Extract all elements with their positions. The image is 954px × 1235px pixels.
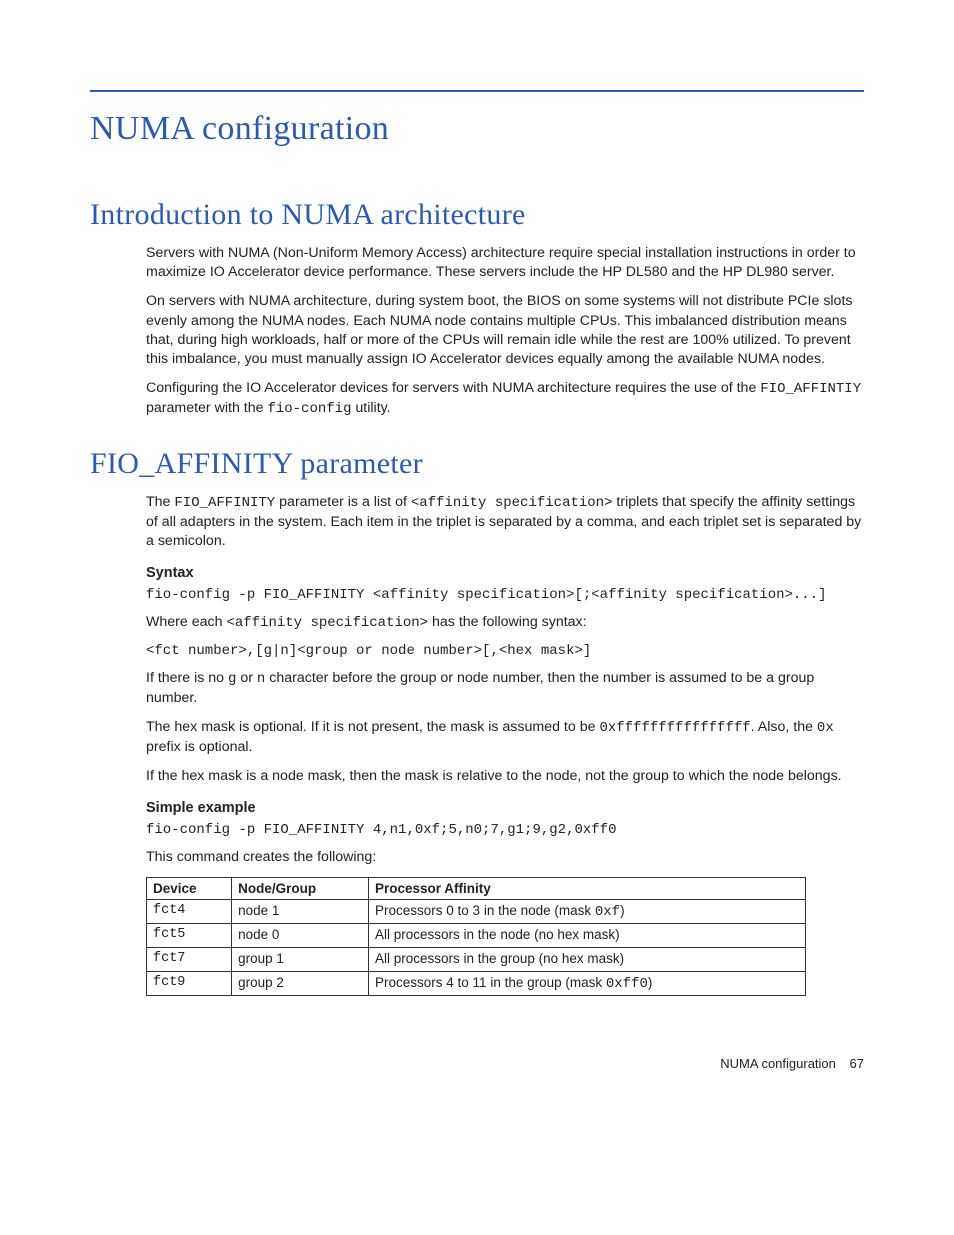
inline-code: 0xffffffffffffffff: [599, 720, 750, 736]
cell-device: fct7: [147, 948, 232, 972]
text: If there is no: [146, 670, 228, 686]
table-row: fct4 node 1 Processors 0 to 3 in the nod…: [147, 900, 806, 924]
inline-code: <affinity specification>: [411, 495, 613, 511]
code-block-where: <fct number>,[g|n]<group or node number>…: [146, 643, 864, 659]
section-heading-intro: Introduction to NUMA architecture: [90, 198, 864, 232]
table-row: fct7 group 1 All processors in the group…: [147, 948, 806, 972]
cell-group: node 0: [232, 924, 369, 948]
cell-affinity: Processors 4 to 11 in the group (mask 0x…: [369, 972, 806, 996]
table-row: fct5 node 0 All processors in the node (…: [147, 924, 806, 948]
example-heading: Simple example: [146, 800, 864, 816]
cell-affinity: All processors in the group (no hex mask…: [369, 948, 806, 972]
cell-device: fct9: [147, 972, 232, 996]
col-nodegroup: Node/Group: [232, 878, 369, 900]
cell-group: node 1: [232, 900, 369, 924]
inline-code: fio-config: [267, 401, 351, 417]
cell-device: fct4: [147, 900, 232, 924]
cell-group: group 1: [232, 948, 369, 972]
text: parameter with the: [146, 400, 267, 416]
inline-code: 0x: [817, 720, 834, 736]
section-heading-fio: FIO_AFFINITY parameter: [90, 447, 864, 481]
syntax-heading: Syntax: [146, 565, 864, 581]
code-block-syntax: fio-config -p FIO_AFFINITY <affinity spe…: [146, 587, 864, 603]
inline-code: FIO_AFFINTIY: [760, 381, 861, 397]
paragraph: The hex mask is optional. If it is not p…: [146, 718, 864, 757]
cell-group: group 2: [232, 972, 369, 996]
paragraph: Configuring the IO Accelerator devices f…: [146, 379, 864, 419]
inline-code: <affinity specification>: [226, 615, 428, 631]
text: utility.: [351, 400, 390, 416]
page-title: NUMA configuration: [90, 110, 864, 148]
paragraph: Where each <affinity specification> has …: [146, 613, 864, 633]
table-header-row: Device Node/Group Processor Affinity: [147, 878, 806, 900]
cell-affinity: All processors in the node (no hex mask): [369, 924, 806, 948]
text: or: [236, 670, 257, 686]
paragraph: On servers with NUMA architecture, durin…: [146, 292, 864, 369]
paragraph: This command creates the following:: [146, 848, 864, 867]
paragraph: If the hex mask is a node mask, then the…: [146, 767, 864, 786]
page-container: NUMA configuration Introduction to NUMA …: [0, 0, 954, 1111]
text: prefix is optional.: [146, 739, 252, 755]
footer-text: NUMA configuration: [720, 1056, 836, 1071]
section-fio-body: The FIO_AFFINITY parameter is a list of …: [146, 493, 864, 997]
text: The hex mask is optional. If it is not p…: [146, 719, 599, 735]
paragraph: If there is no g or n character before t…: [146, 669, 864, 708]
text: Where each: [146, 614, 226, 630]
top-rule: [90, 90, 864, 92]
cell-affinity: Processors 0 to 3 in the node (mask 0xf): [369, 900, 806, 924]
text: Configuring the IO Accelerator devices f…: [146, 380, 760, 396]
affinity-table: Device Node/Group Processor Affinity fct…: [146, 877, 806, 996]
inline-code: FIO_AFFINITY: [174, 495, 275, 511]
page-number: 67: [850, 1056, 864, 1071]
paragraph: The FIO_AFFINITY parameter is a list of …: [146, 493, 864, 551]
text: has the following syntax:: [428, 614, 587, 630]
section-intro-body: Servers with NUMA (Non-Uniform Memory Ac…: [146, 244, 864, 419]
cell-device: fct5: [147, 924, 232, 948]
text: . Also, the: [751, 719, 817, 735]
col-device: Device: [147, 878, 232, 900]
paragraph: Servers with NUMA (Non-Uniform Memory Ac…: [146, 244, 864, 282]
col-proc-affinity: Processor Affinity: [369, 878, 806, 900]
table-row: fct9 group 2 Processors 4 to 11 in the g…: [147, 972, 806, 996]
text: parameter is a list of: [275, 494, 411, 510]
text: The: [146, 494, 174, 510]
page-footer: NUMA configuration 67: [90, 1056, 864, 1071]
code-block-example: fio-config -p FIO_AFFINITY 4,n1,0xf;5,n0…: [146, 822, 864, 838]
